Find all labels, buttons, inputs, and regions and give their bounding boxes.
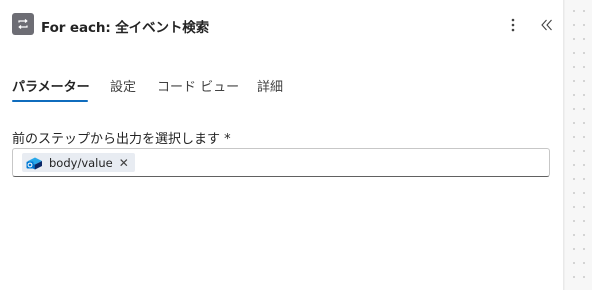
tab-details[interactable]: 詳細 [257, 76, 283, 104]
more-options-button[interactable] [504, 15, 522, 35]
pane-header: For each: 全イベント検索 [12, 13, 557, 37]
output-select-input[interactable]: body/value ✕ [12, 148, 550, 177]
tab-details-label: 詳細 [257, 80, 284, 95]
collapse-pane-button[interactable] [538, 15, 556, 35]
tab-code-view[interactable]: コード ビュー [157, 76, 239, 104]
tab-settings[interactable]: 設定 [110, 76, 136, 104]
tab-settings-label: 設定 [110, 80, 137, 95]
designer-canvas[interactable] [565, 0, 592, 290]
tab-parameters-label: パラメーター [12, 80, 90, 95]
outlook-calendar-icon [26, 155, 44, 171]
output-select-label: 前のステップから出力を選択します * [12, 132, 231, 147]
token-remove-icon[interactable]: ✕ [119, 157, 129, 169]
tab-parameters[interactable]: パラメーター [12, 76, 90, 104]
action-title: For each: 全イベント検索 [41, 20, 210, 36]
double-chevron-left-icon [541, 19, 552, 31]
loop-icon [12, 13, 34, 35]
active-tab-indicator [12, 100, 88, 102]
action-details-pane: For each: 全イベント検索 パラメーター 設定 コード ビュー 詳細 前… [0, 0, 563, 290]
dynamic-content-token[interactable]: body/value ✕ [22, 153, 135, 172]
token-label: body/value [49, 155, 113, 170]
tab-code-view-label: コード ビュー [157, 80, 240, 95]
more-vertical-icon [511, 18, 515, 32]
